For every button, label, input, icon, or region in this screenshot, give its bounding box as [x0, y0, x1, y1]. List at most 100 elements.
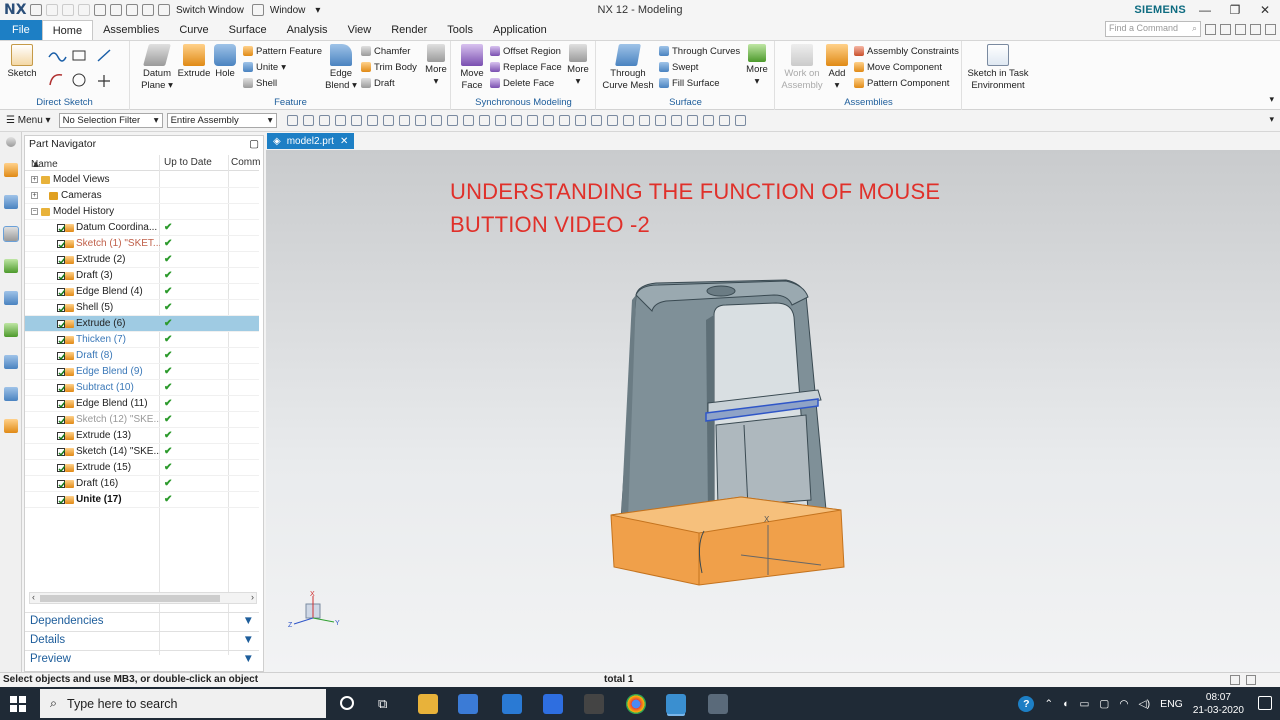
navigator-row[interactable]: Subtract (10) ✔	[25, 380, 259, 396]
circle-icon[interactable]	[72, 73, 86, 87]
component-select-icon[interactable]	[382, 115, 394, 126]
reuse-library-icon[interactable]	[3, 259, 18, 273]
minimize-button[interactable]: —	[1190, 0, 1220, 20]
move-face-button[interactable]: Move Face	[458, 44, 486, 92]
navigator-row[interactable]: Edge Blend (4) ✔	[25, 284, 259, 300]
part-navigator-icon[interactable]	[2, 226, 19, 242]
hole-button[interactable]: Hole	[213, 44, 237, 80]
volume-icon[interactable]: ◁)	[1139, 698, 1151, 710]
snap-on-curve-icon[interactable]	[510, 115, 522, 126]
menu-button[interactable]: ☰ Menu ▾	[6, 115, 51, 126]
view-pan-icon[interactable]	[654, 115, 666, 126]
face-rule-icon[interactable]	[350, 115, 362, 126]
visibility-checkbox[interactable]	[57, 336, 66, 345]
navigator-row[interactable]: Unite (17) ✔	[25, 492, 259, 508]
mail-icon[interactable]	[502, 694, 522, 714]
arc-icon[interactable]	[49, 73, 63, 86]
delete-face-button[interactable]: Delete Face	[490, 76, 554, 90]
visibility-checkbox[interactable]	[57, 464, 66, 473]
selection-scope-select[interactable]: Entire Assembly ▾	[166, 113, 277, 128]
battery-icon[interactable]: ▭	[1079, 698, 1089, 710]
visibility-checkbox[interactable]	[57, 320, 66, 329]
scroll-left-icon[interactable]: ‹	[32, 592, 35, 602]
store-icon[interactable]	[458, 694, 478, 714]
redo-icon[interactable]	[62, 4, 74, 16]
expand-icon[interactable]: +	[31, 176, 38, 183]
window-menu-button[interactable]: Window	[270, 5, 306, 16]
document-tab[interactable]: ◈ model2.prt ✕	[267, 133, 355, 149]
save-icon[interactable]	[30, 4, 42, 16]
visibility-checkbox[interactable]	[57, 432, 66, 441]
orient-view-icon[interactable]	[686, 115, 698, 126]
line-icon[interactable]	[97, 49, 111, 62]
tab-application[interactable]: Application	[483, 20, 557, 40]
curve-rule-icon[interactable]	[334, 115, 346, 126]
navigator-row[interactable]: Draft (8) ✔	[25, 348, 259, 364]
visibility-checkbox[interactable]	[57, 496, 66, 505]
navigator-row[interactable]: + Cameras	[25, 188, 259, 204]
switch-window-button[interactable]: Switch Window	[176, 5, 244, 16]
touch-mode-icon[interactable]	[142, 4, 154, 16]
datum-plane-button[interactable]: Datum Plane ▾	[141, 44, 173, 92]
navigator-row[interactable]: Edge Blend (11) ✔	[25, 396, 259, 412]
visibility-checkbox[interactable]	[57, 384, 66, 393]
help-icon[interactable]	[1205, 23, 1216, 35]
select-all-icon[interactable]	[286, 115, 298, 126]
tab-curve[interactable]: Curve	[169, 20, 218, 40]
horizontal-scrollbar[interactable]: ‹ ›	[29, 592, 257, 604]
navigator-row[interactable]: Datum Coordina... ✔	[25, 220, 259, 236]
navigator-row[interactable]: Sketch (1) "SKET... ✔	[25, 236, 259, 252]
sketch-in-task-environment-button[interactable]: Sketch in Task Environment	[964, 44, 1032, 92]
navigator-row[interactable]: Draft (16) ✔	[25, 476, 259, 492]
pattern-feature-button[interactable]: Pattern Feature	[243, 44, 322, 58]
section-details[interactable]: Details ▼	[25, 631, 259, 649]
history-icon[interactable]	[3, 355, 18, 369]
tab-view[interactable]: View	[338, 20, 382, 40]
col-comment-header[interactable]: Comm	[231, 157, 260, 168]
snap-midpoint-icon[interactable]	[414, 115, 426, 126]
notifications-icon[interactable]	[1258, 696, 1272, 710]
navigator-row[interactable]: Extrude (6) ✔	[25, 316, 259, 332]
visibility-checkbox[interactable]	[57, 352, 66, 361]
help-icon[interactable]: ?	[1018, 695, 1035, 712]
tab-render[interactable]: Render	[381, 20, 437, 40]
surface-more-button[interactable]: More ▾	[743, 44, 771, 88]
tab-surface[interactable]: Surface	[219, 20, 277, 40]
show-hide-icon[interactable]	[734, 115, 746, 126]
photos-icon[interactable]	[708, 694, 728, 714]
copy-icon[interactable]	[94, 4, 106, 16]
file-explorer-icon[interactable]	[418, 694, 438, 714]
snap-existing-point-icon[interactable]	[494, 115, 506, 126]
section-preview[interactable]: Preview ▼	[25, 650, 259, 668]
add-component-button[interactable]: Add ▾	[826, 44, 848, 92]
move-component-button[interactable]: Move Component	[854, 60, 942, 74]
tab-file[interactable]: File	[0, 20, 42, 40]
edge-blend-button[interactable]: Edge Blend ▾	[323, 44, 359, 92]
chamfer-button[interactable]: Chamfer	[361, 44, 410, 58]
visibility-checkbox[interactable]	[57, 480, 66, 489]
chrome-icon[interactable]	[626, 694, 646, 714]
visibility-checkbox[interactable]	[57, 240, 66, 249]
windows-start-icon[interactable]	[10, 696, 26, 712]
restore-button[interactable]: ❐	[1220, 0, 1250, 20]
scrollbar-thumb[interactable]	[40, 595, 220, 602]
taskbar-search-input[interactable]: ⌕ Type here to search	[40, 689, 326, 718]
navigator-row[interactable]: Draft (3) ✔	[25, 268, 259, 284]
sync-more-button[interactable]: More ▾	[564, 44, 592, 88]
cut-icon[interactable]	[78, 4, 90, 16]
doc-minimize-icon[interactable]	[1235, 23, 1246, 35]
view-fit-icon[interactable]	[606, 115, 618, 126]
visibility-checkbox[interactable]	[57, 400, 66, 409]
pattern-component-button[interactable]: Pattern Component	[854, 76, 949, 90]
snap-quadrant-icon[interactable]	[478, 115, 490, 126]
wifi-icon[interactable]: ◠	[1119, 698, 1128, 710]
navigator-row[interactable]: + Model Views	[25, 172, 259, 188]
feature-select-icon[interactable]	[318, 115, 330, 126]
tab-tools[interactable]: Tools	[437, 20, 483, 40]
navigator-row[interactable]: Sketch (12) "SKE... ✔	[25, 412, 259, 428]
ribbon-expand-chevron-icon[interactable]: ▾	[1269, 94, 1274, 105]
snap-endpoint-icon[interactable]	[398, 115, 410, 126]
point-icon[interactable]	[98, 75, 110, 87]
snap-intersection-icon[interactable]	[446, 115, 458, 126]
visibility-checkbox[interactable]	[57, 272, 66, 281]
